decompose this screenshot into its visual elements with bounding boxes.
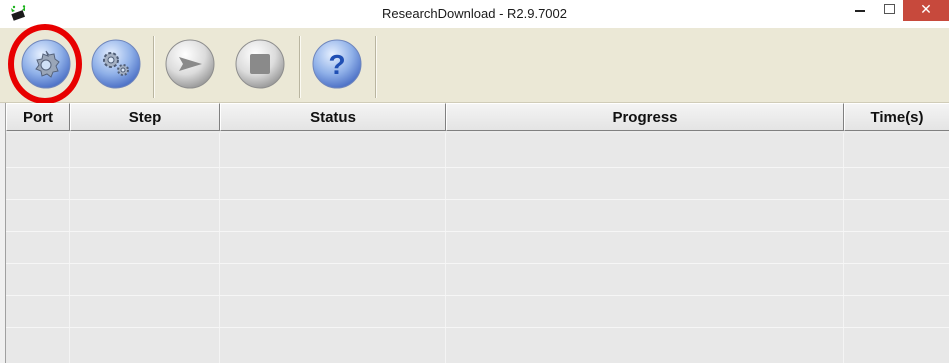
maximize-button[interactable] (876, 0, 902, 21)
table-header: Port Step Status Progress Time(s) (6, 103, 949, 133)
play-arrow-icon (165, 39, 215, 89)
gears-icon (91, 39, 141, 89)
highlight-circle (8, 24, 82, 104)
window-title: ResearchDownload - R2.9.7002 (382, 6, 567, 21)
toolbar-separator (299, 36, 301, 98)
column-header-progress[interactable]: Progress (446, 103, 844, 131)
start-button[interactable] (164, 38, 216, 90)
minimize-button[interactable] (848, 0, 874, 21)
column-header-time[interactable]: Time(s) (844, 103, 949, 131)
toolbar: ? (0, 28, 949, 103)
row-divider (6, 327, 949, 328)
close-button[interactable]: ✕ (903, 0, 949, 21)
column-header-step[interactable]: Step (70, 103, 220, 131)
title-bar: ResearchDownload - R2.9.7002 ✕ (0, 0, 949, 28)
toolbar-separator (153, 36, 155, 98)
port-list-table[interactable]: Port Step Status Progress Time(s) (5, 103, 949, 363)
row-divider (6, 231, 949, 232)
help-glyph: ? (328, 49, 345, 80)
settings-button[interactable] (90, 38, 142, 90)
row-divider (6, 295, 949, 296)
help-button[interactable]: ? (311, 38, 363, 90)
row-divider (6, 167, 949, 168)
stop-button[interactable] (234, 38, 286, 90)
row-divider (6, 199, 949, 200)
stop-square-icon (235, 39, 285, 89)
column-header-status[interactable]: Status (220, 103, 446, 131)
row-divider (6, 263, 949, 264)
question-icon: ? (312, 39, 362, 89)
column-header-port[interactable]: Port (6, 103, 70, 131)
toolbar-separator (375, 36, 377, 98)
